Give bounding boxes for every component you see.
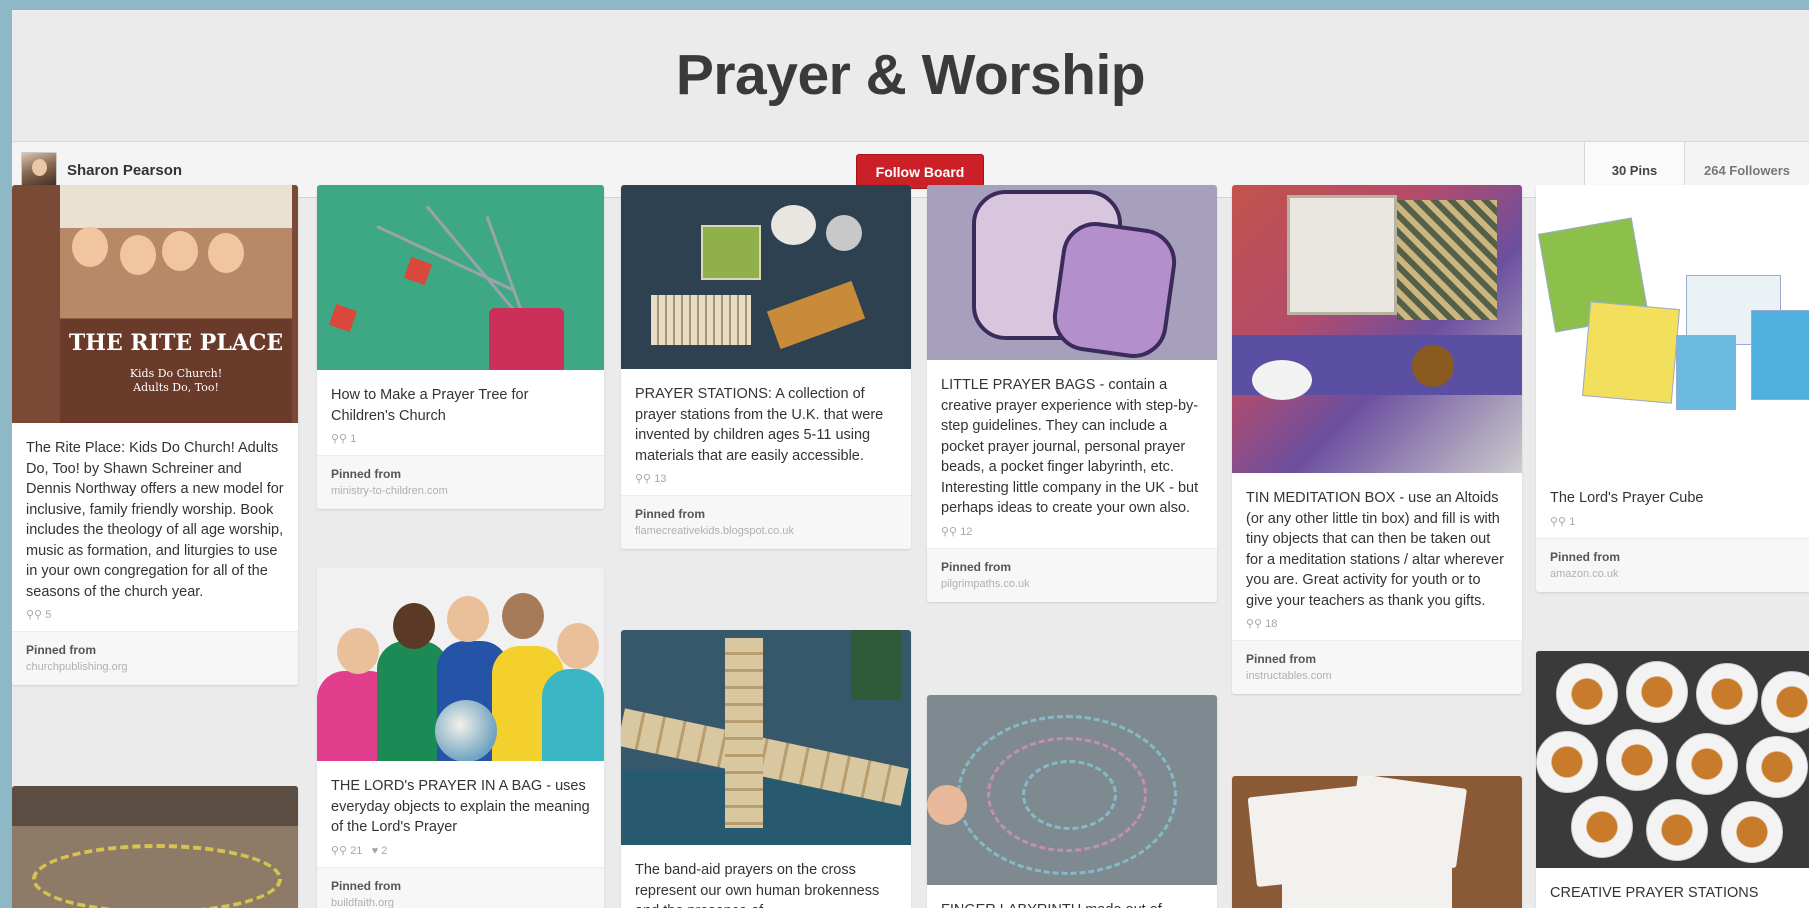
pin-card[interactable]: The Lord's Prayer Cube ⚲⚲ 1 Pinned from … [1536, 185, 1809, 592]
pin-stats: ⚲⚲ 1 [1550, 515, 1576, 528]
pin-card[interactable]: PRAYER STATIONS: A collection of prayer … [621, 185, 911, 549]
source-link[interactable]: churchpublishing.org [26, 661, 284, 673]
pin-card[interactable]: FINGER LABYRINTH made out of [927, 695, 1217, 908]
pin-source[interactable]: Pinned from pilgrimpaths.co.uk [927, 547, 1217, 602]
pin-description: CREATIVE PRAYER STATIONS [1550, 885, 1759, 901]
pin-icon: ⚲⚲ [635, 473, 652, 485]
pin-stats: ⚲⚲ 13 [635, 473, 667, 485]
pin-icon: ⚲⚲ [331, 433, 348, 445]
owner-name[interactable]: Sharon Pearson [67, 162, 182, 179]
pin-card[interactable]: THE RITE PLACE Kids Do Church! Adults Do… [12, 185, 298, 685]
source-link[interactable]: amazon.co.uk [1550, 568, 1809, 580]
pin-source[interactable]: Pinned from amazon.co.uk [1536, 537, 1809, 592]
pin-card[interactable]: How to Make a Prayer Tree for Children's… [317, 185, 604, 509]
pin-icon: ⚲⚲ [331, 844, 348, 857]
pin-image[interactable] [1232, 776, 1522, 908]
pin-stats: ⚲⚲ 1 [331, 433, 357, 445]
pin-icon: ⚲⚲ [26, 609, 43, 621]
pin-image[interactable] [927, 185, 1217, 360]
pin-description: LITTLE PRAYER BAGS - contain a creative … [941, 377, 1199, 516]
avatar[interactable] [21, 152, 57, 188]
pin-image[interactable] [12, 786, 298, 908]
source-link[interactable]: instructables.com [1246, 670, 1508, 682]
pin-description: The Lord's Prayer Cube [1550, 490, 1704, 506]
pin-source[interactable]: Pinned from flamecreativekids.blogspot.c… [621, 495, 911, 549]
pin-card[interactable] [12, 786, 298, 908]
pin-source[interactable]: Pinned from churchpublishing.org [12, 631, 298, 685]
pin-description: How to Make a Prayer Tree for Children's… [331, 387, 529, 424]
source-link[interactable]: buildfaith.org [331, 897, 590, 908]
pin-card[interactable]: LITTLE PRAYER BAGS - contain a creative … [927, 185, 1217, 602]
pin-description: TIN MEDITATION BOX - use an Altoids (or … [1246, 490, 1504, 609]
pin-card[interactable] [1232, 776, 1522, 908]
source-link[interactable]: ministry-to-children.com [331, 485, 590, 497]
pin-source[interactable]: Pinned from buildfaith.org [317, 866, 604, 908]
pin-image[interactable] [317, 568, 604, 761]
pin-image[interactable] [1536, 185, 1809, 473]
pin-stats: ⚲⚲ 18 [1246, 618, 1278, 630]
pin-image[interactable]: THE RITE PLACE Kids Do Church! Adults Do… [12, 185, 298, 423]
pin-stats: ⚲⚲ 12 [941, 525, 973, 538]
heart-icon: ♥ [371, 844, 379, 857]
pin-source[interactable]: Pinned from instructables.com [1232, 640, 1522, 694]
pin-icon: ⚲⚲ [1550, 515, 1567, 528]
board-owner[interactable]: Sharon Pearson [21, 152, 182, 188]
book-title-text: THE RITE PLACE [68, 330, 284, 356]
pin-stats: ⚲⚲ 21 ♥ 2 [331, 844, 388, 857]
pin-icon: ⚲⚲ [1246, 618, 1263, 630]
pin-image[interactable] [1536, 651, 1809, 868]
pin-description: FINGER LABYRINTH made out of [927, 885, 1217, 908]
board-header: Prayer & Worship [12, 10, 1809, 140]
board-page: Prayer & Worship Sharon Pearson Follow B… [12, 10, 1809, 908]
pin-card[interactable]: THE LORD's PRAYER IN A BAG - uses everyd… [317, 568, 604, 908]
pin-description: The band-aid prayers on the cross repres… [635, 862, 880, 908]
pin-image[interactable] [927, 695, 1217, 885]
pin-image[interactable] [621, 630, 911, 845]
pin-image[interactable] [317, 185, 604, 370]
source-link[interactable]: flamecreativekids.blogspot.co.uk [635, 525, 897, 537]
pin-image[interactable] [1232, 185, 1522, 473]
pin-icon: ⚲⚲ [941, 525, 958, 538]
board-title: Prayer & Worship [675, 43, 1146, 107]
pin-stats: ⚲⚲ 5 [26, 609, 52, 621]
pin-description: THE LORD's PRAYER IN A BAG - uses everyd… [331, 778, 590, 835]
pin-card[interactable]: The band-aid prayers on the cross repres… [621, 630, 911, 908]
follow-board-button[interactable]: Follow Board [856, 154, 984, 189]
pin-description: The Rite Place: Kids Do Church! Adults D… [26, 440, 284, 600]
pin-card[interactable]: TIN MEDITATION BOX - use an Altoids (or … [1232, 185, 1522, 694]
pin-source[interactable]: Pinned from ministry-to-children.com [317, 455, 604, 509]
pin-description: PRAYER STATIONS: A collection of prayer … [635, 386, 884, 464]
pin-image[interactable] [621, 185, 911, 369]
source-link[interactable]: pilgrimpaths.co.uk [941, 578, 1203, 590]
pin-card[interactable]: CREATIVE PRAYER STATIONS [1536, 651, 1809, 908]
